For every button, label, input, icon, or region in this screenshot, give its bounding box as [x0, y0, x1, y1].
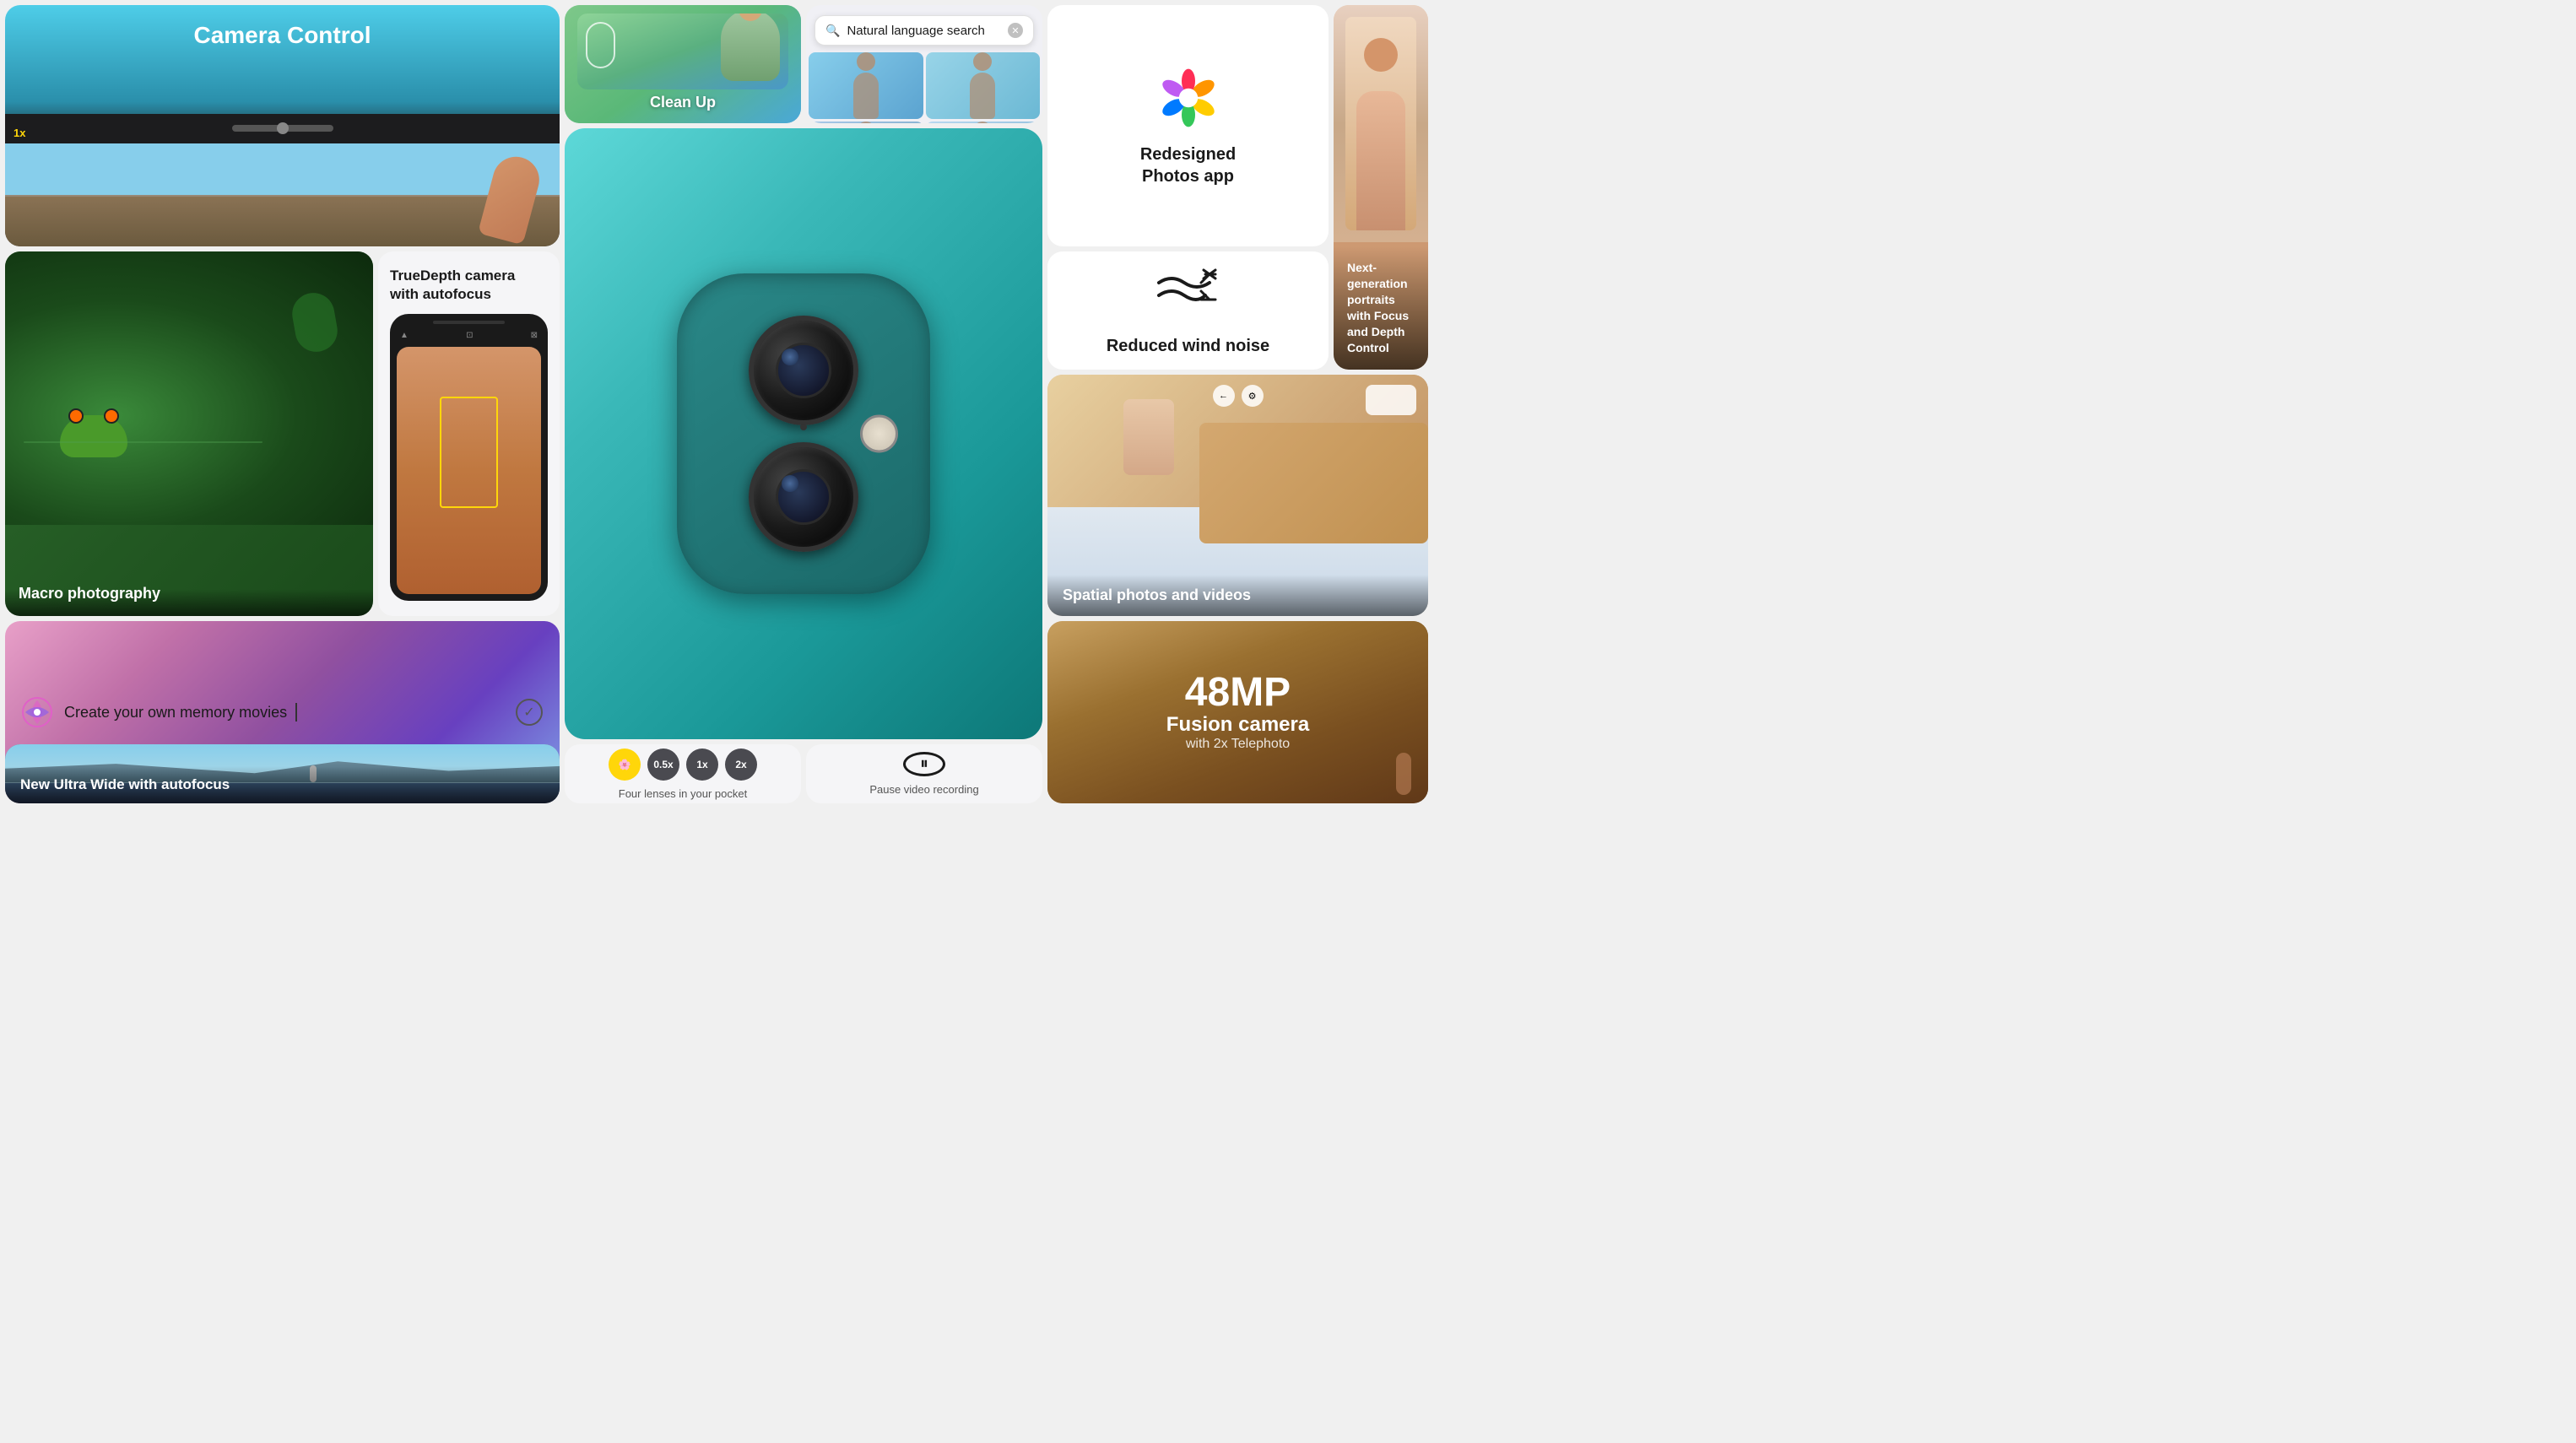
- center-camera-tile: [565, 128, 1042, 739]
- top-camera-lens: [749, 316, 858, 425]
- half-x-lens-btn[interactable]: 0.5x: [647, 749, 679, 781]
- memory-check-button[interactable]: ✓: [516, 699, 543, 726]
- person-in-photo-1: [809, 52, 923, 119]
- clean-up-label: Clean Up: [650, 94, 716, 111]
- memory-text: Create your own memory movies: [64, 704, 287, 722]
- camera-control-bar: 1x: [5, 114, 560, 143]
- frog-visual: [5, 251, 373, 525]
- ultrawide-overlay: New Ultra Wide with autofocus: [5, 766, 560, 803]
- fusion-text: 48MP Fusion camera with 2x Telephoto: [1166, 673, 1309, 752]
- pause-video-tile: ⏸ Pause video recording: [806, 744, 1042, 803]
- lenses-row: 🌸 0.5x 1x 2x: [609, 749, 757, 781]
- pause-icon: ⏸: [920, 754, 928, 774]
- frog-eye-left: [68, 408, 84, 424]
- spatial-ui-controls: ← ⚙: [1213, 385, 1264, 407]
- ultrawide-title: New Ultra Wide with autofocus: [20, 776, 230, 792]
- camera-control-title: Camera Control: [22, 22, 543, 49]
- frog-eye-right: [104, 408, 119, 424]
- phone-top-bar: [433, 321, 506, 324]
- search-photo-1: [809, 52, 923, 119]
- four-lenses-label: Four lenses in your pocket: [619, 787, 747, 800]
- search-photos-grid: [806, 52, 1042, 123]
- truedepth-phone: ▲ ⊡ ⊠: [390, 314, 548, 601]
- memory-icon: [22, 697, 52, 727]
- phone-screen: [397, 347, 541, 594]
- person-in-photo-2: [926, 52, 1041, 119]
- wind-noise-title: Reduced wind noise: [1107, 337, 1269, 356]
- macro-title: Macro photography: [19, 585, 160, 602]
- person-silhouette-small: [1396, 753, 1411, 795]
- truedepth-tile: TrueDepth camera with autofocus ▲ ⊡ ⊠: [378, 251, 560, 616]
- lens-inner-dot: [782, 349, 798, 365]
- spatial-title: Spatial photos and videos: [1063, 586, 1251, 603]
- pause-button[interactable]: ⏸: [903, 752, 945, 776]
- pause-label: Pause video recording: [869, 783, 978, 796]
- camera-control-pill: [232, 125, 333, 132]
- macro-lens-btn[interactable]: 🌸: [609, 749, 641, 781]
- search-photo-3: [809, 122, 923, 123]
- macro-photography-tile: Macro photography: [5, 251, 373, 616]
- photos-app-icon: [1155, 64, 1222, 132]
- spatial-preview: [1366, 385, 1416, 415]
- finger-visual: [478, 151, 544, 245]
- camera-control-tile: Camera Control 1x: [5, 5, 560, 246]
- fusion-sub-text: Fusion camera: [1166, 713, 1309, 737]
- macro-overlay: Macro photography: [5, 571, 373, 616]
- search-icon: 🔍: [825, 24, 840, 38]
- portrait-title: Next-generation portraits with Focus and…: [1347, 261, 1409, 354]
- memory-cursor: [295, 703, 297, 722]
- four-lenses-tile: 🌸 0.5x 1x 2x Four lenses in your pocket: [565, 744, 801, 803]
- person-in-photo-4: [926, 122, 1041, 123]
- landscape-photo: [5, 143, 560, 246]
- fusion-main-text: 48MP: [1166, 673, 1309, 713]
- ultrawide-tile: New Ultra Wide with autofocus: [5, 744, 560, 803]
- fusion-camera-tile: 48MP Fusion camera with 2x Telephoto: [1047, 621, 1428, 803]
- search-clear-icon[interactable]: ✕: [1008, 23, 1023, 38]
- search-text: Natural language search: [847, 24, 1001, 38]
- search-photo-2: [926, 52, 1041, 119]
- camera-microphone: [800, 424, 807, 430]
- search-photo-4: [926, 122, 1041, 123]
- spatial-back-btn[interactable]: ←: [1213, 385, 1235, 407]
- photos-app-tile: Redesigned Photos app: [1047, 5, 1329, 246]
- photos-app-title: Redesigned Photos app: [1140, 143, 1236, 187]
- zoom-indicator: 1x: [14, 127, 25, 139]
- wind-icon: [1155, 266, 1222, 327]
- person-in-photo-3: [809, 122, 923, 123]
- spatial-settings-btn[interactable]: ⚙: [1242, 385, 1264, 407]
- camera-flash: [860, 415, 898, 453]
- one-x-lens-btn[interactable]: 1x: [686, 749, 718, 781]
- memory-input-area: Create your own memory movies: [64, 703, 504, 722]
- portrait-photo: [1334, 5, 1428, 242]
- portrait-overlay: Next-generation portraits with Focus and…: [1334, 246, 1428, 370]
- bottom-camera-lens: [749, 442, 858, 552]
- search-bar[interactable]: 🔍 Natural language search ✕: [814, 15, 1034, 46]
- spatial-photos-tile: ← ⚙ Spatial photos and videos: [1047, 375, 1428, 616]
- landscape-horizon: [5, 195, 560, 197]
- truedepth-title: TrueDepth camera with autofocus: [390, 267, 548, 304]
- lens-inner-dot-2: [782, 475, 798, 492]
- focus-box: [440, 397, 497, 508]
- portrait-tile: Next-generation portraits with Focus and…: [1334, 5, 1428, 370]
- natural-search-tile: 🔍 Natural language search ✕: [806, 5, 1042, 123]
- two-x-lens-btn[interactable]: 2x: [725, 749, 757, 781]
- frog-body: [60, 415, 127, 457]
- wind-noise-tile: Reduced wind noise: [1047, 251, 1329, 370]
- camera-control-visual: 1x: [5, 114, 560, 246]
- clean-up-tile: Clean Up: [565, 5, 801, 123]
- spatial-overlay: Spatial photos and videos: [1047, 575, 1428, 616]
- camera-module: [677, 273, 930, 594]
- fusion-caption-text: with 2x Telephoto: [1166, 737, 1309, 752]
